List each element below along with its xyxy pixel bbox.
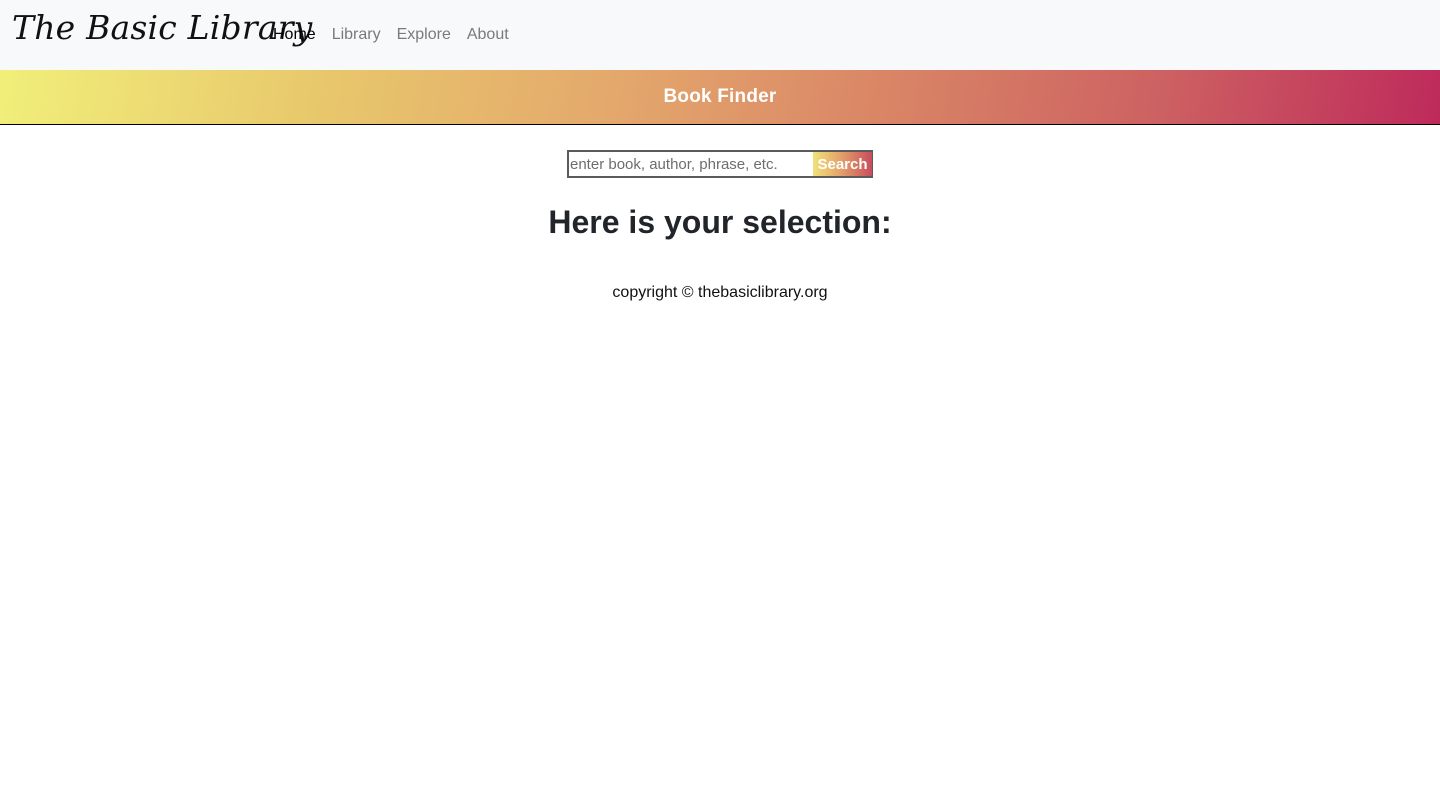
nav-links: Home Library Explore About — [273, 24, 525, 46]
search-form: Search — [567, 150, 873, 178]
banner-title: Book Finder — [663, 86, 777, 107]
book-finder-banner: Book Finder — [0, 70, 1440, 125]
brand-logo[interactable]: The Basic Library — [12, 8, 313, 47]
nav-link-explore[interactable]: Explore — [397, 24, 451, 46]
search-input[interactable] — [569, 152, 813, 176]
nav-link-home[interactable]: Home — [273, 24, 316, 46]
top-navbar: The Basic Library Home Library Explore A… — [0, 0, 1440, 70]
search-button[interactable]: Search — [813, 152, 872, 176]
copyright-text: copyright © thebasiclibrary.org — [612, 284, 828, 301]
nav-link-about[interactable]: About — [467, 24, 509, 46]
nav-link-library[interactable]: Library — [332, 24, 381, 46]
selection-heading: Here is your selection: — [548, 204, 892, 240]
